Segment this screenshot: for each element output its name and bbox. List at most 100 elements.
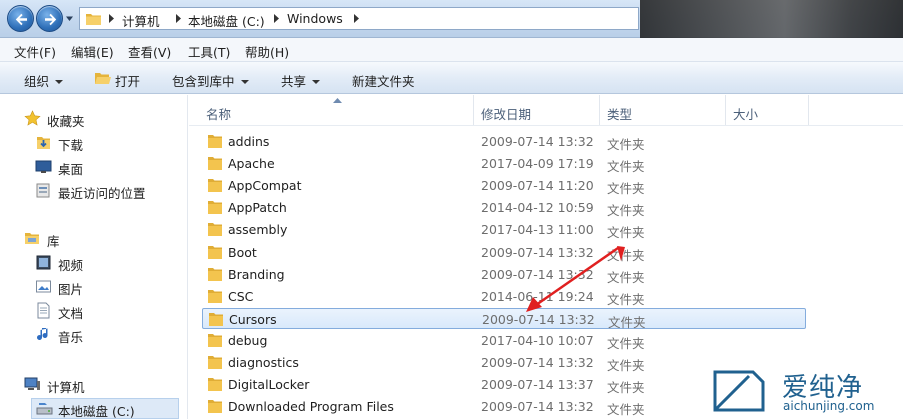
column-divider[interactable] — [599, 95, 600, 125]
nav-computer[interactable]: 计算机 — [24, 375, 174, 395]
history-dropdown-icon[interactable] — [65, 14, 74, 23]
desktop-icon — [35, 160, 52, 173]
menu-tools[interactable]: 工具(T) — [188, 42, 230, 61]
file-name[interactable]: diagnostics — [228, 355, 299, 370]
column-size[interactable]: 大小 — [733, 104, 758, 123]
annotation-arrow-icon — [526, 246, 625, 312]
address-box[interactable]: 计算机 本地磁盘 (C:) Windows — [79, 7, 639, 30]
nav-libraries[interactable]: 库 — [24, 229, 174, 249]
file-type: 文件夹 — [607, 181, 645, 197]
nav-label: 视频 — [58, 258, 84, 273]
forward-arrow-icon — [45, 13, 57, 26]
nav-desktop[interactable]: 桌面 — [35, 157, 175, 177]
chevron-down-icon — [55, 80, 64, 84]
column-divider[interactable] — [473, 95, 474, 125]
nav-label: 下载 — [58, 138, 84, 153]
star-icon — [24, 110, 41, 126]
folder-icon — [208, 157, 222, 171]
organize-label: 组织 — [24, 74, 50, 89]
navigation-pane: 收藏夹 下载 桌面 最近访问的位置 库 视频 图片 文档 音乐 计算机 本地磁盘… — [0, 95, 188, 419]
open-button[interactable]: 打开 — [115, 71, 140, 90]
nav-downloads[interactable]: 下载 — [35, 133, 175, 153]
column-header: 名称 修改日期 类型 大小 — [189, 95, 903, 126]
open-icon — [95, 73, 111, 84]
table-row[interactable]: addins 2009-07-14 13:32 文件夹 — [202, 131, 806, 152]
column-divider[interactable] — [808, 95, 809, 125]
file-name[interactable]: Cursors — [229, 312, 277, 327]
include-in-library-button[interactable]: 包含到库中 — [172, 71, 249, 90]
menu-view[interactable]: 查看(V) — [128, 42, 171, 61]
file-name[interactable]: Boot — [228, 245, 257, 260]
column-name[interactable]: 名称 — [206, 104, 231, 123]
file-date-modified: 2009-07-14 13:32 — [481, 134, 594, 149]
folder-icon — [208, 289, 222, 303]
nav-pictures[interactable]: 图片 — [35, 277, 175, 297]
videos-icon — [36, 255, 51, 270]
file-date-modified: 2009-07-14 13:37 — [481, 377, 594, 393]
menu-help[interactable]: 帮助(H) — [245, 42, 289, 61]
table-row[interactable]: debug 2017-04-10 10:07 文件夹 — [202, 330, 806, 351]
organize-button[interactable]: 组织 — [24, 71, 64, 90]
watermark-url: aichunjing.com — [783, 399, 875, 413]
table-row[interactable]: Apache 2017-04-09 17:19 文件夹 — [202, 153, 806, 174]
column-date-modified[interactable]: 修改日期 — [481, 104, 531, 123]
file-name[interactable]: DigitalLocker — [228, 377, 309, 392]
column-type[interactable]: 类型 — [607, 104, 632, 123]
file-type: 文件夹 — [607, 137, 645, 152]
nav-label: 文档 — [58, 306, 84, 321]
share-button[interactable]: 共享 — [281, 71, 321, 90]
menu-file[interactable]: 文件(F) — [14, 42, 56, 61]
watermark-logo-icon — [713, 370, 765, 412]
file-type: 文件夹 — [607, 358, 645, 373]
nav-label: 音乐 — [58, 330, 84, 345]
file-name[interactable]: AppCompat — [228, 178, 301, 193]
file-name[interactable]: AppPatch — [228, 200, 287, 215]
file-type: 文件夹 — [607, 402, 645, 418]
back-button[interactable] — [7, 5, 34, 32]
file-name[interactable]: Branding — [228, 267, 285, 282]
nav-documents[interactable]: 文档 — [35, 301, 175, 321]
forward-button[interactable] — [36, 5, 63, 32]
nav-local-disk[interactable]: 本地磁盘 (C:) — [31, 398, 179, 419]
file-name[interactable]: CSC — [228, 289, 253, 304]
folder-icon — [208, 333, 222, 347]
file-type: 文件夹 — [607, 203, 645, 219]
command-toolbar: 组织 打开 包含到库中 共享 新建文件夹 — [0, 62, 903, 94]
nav-recent-places[interactable]: 最近访问的位置 — [35, 181, 185, 201]
nav-label: 最近访问的位置 — [58, 186, 146, 201]
file-name[interactable]: assembly — [228, 222, 287, 237]
file-name[interactable]: addins — [228, 134, 269, 149]
file-date-modified: 2009-07-14 11:20 — [481, 178, 594, 194]
breadcrumb-separator-icon[interactable] — [108, 14, 114, 23]
nav-favorites[interactable]: 收藏夹 — [24, 109, 174, 129]
pictures-icon — [36, 280, 51, 293]
documents-icon — [37, 302, 50, 319]
new-folder-button[interactable]: 新建文件夹 — [352, 71, 415, 90]
breadcrumb-local-disk[interactable]: 本地磁盘 (C:) — [188, 11, 265, 30]
table-row[interactable]: AppCompat 2009-07-14 11:20 文件夹 — [202, 175, 806, 196]
folder-icon — [209, 312, 223, 326]
nav-label: 收藏夹 — [47, 114, 85, 129]
nav-label: 桌面 — [58, 162, 84, 177]
nav-videos[interactable]: 视频 — [35, 253, 175, 273]
file-name[interactable]: Apache — [228, 156, 275, 171]
file-name[interactable]: debug — [228, 333, 267, 348]
folder-icon — [208, 245, 222, 259]
nav-label: 计算机 — [47, 380, 85, 395]
folder-icon — [208, 400, 222, 414]
breadcrumb-windows[interactable]: Windows — [287, 11, 343, 26]
menu-edit[interactable]: 编辑(E) — [71, 42, 114, 61]
menu-bar: 文件(F) 编辑(E) 查看(V) 工具(T) 帮助(H) — [0, 38, 903, 62]
breadcrumb-separator-icon[interactable] — [353, 14, 359, 23]
breadcrumb-computer[interactable]: 计算机 — [122, 11, 160, 30]
folder-icon — [208, 267, 222, 281]
breadcrumb-separator-icon[interactable] — [273, 14, 279, 23]
table-row[interactable]: AppPatch 2014-04-12 10:59 文件夹 — [202, 197, 806, 218]
file-date-modified: 2017-04-10 10:07 — [481, 332, 594, 348]
file-date-modified: 2017-04-09 17:19 — [481, 156, 594, 172]
breadcrumb-separator-icon[interactable] — [175, 14, 181, 23]
nav-label: 库 — [47, 234, 60, 249]
column-divider[interactable] — [725, 95, 726, 125]
file-name[interactable]: Downloaded Program Files — [228, 399, 394, 414]
nav-music[interactable]: 音乐 — [35, 325, 175, 345]
